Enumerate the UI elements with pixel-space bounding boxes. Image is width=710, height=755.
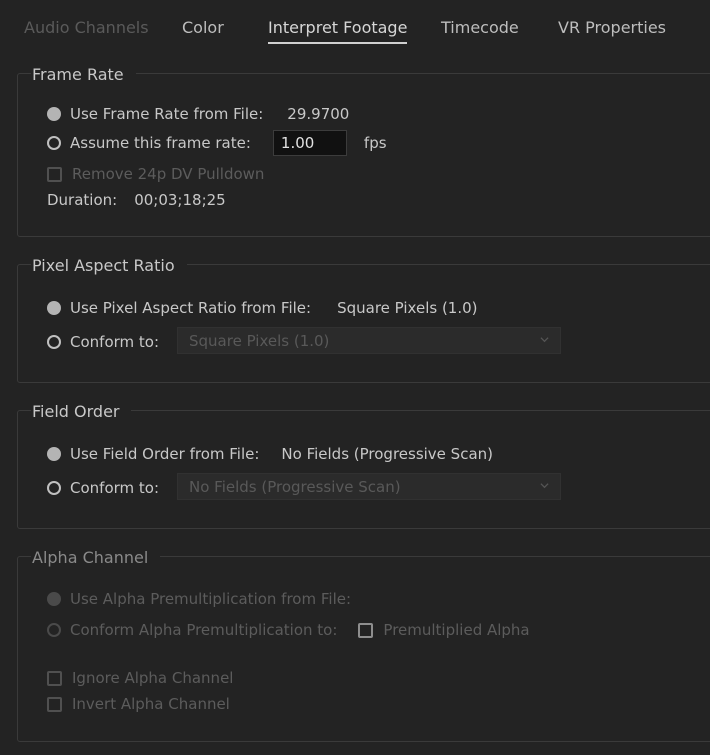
- checkbox-icon[interactable]: [47, 166, 62, 182]
- field-order-title: Field Order: [31, 402, 132, 421]
- checkbox-icon[interactable]: [47, 670, 62, 686]
- use-par-from-file-label: Use Pixel Aspect Ratio from File:: [70, 299, 312, 317]
- radio-unselected-icon[interactable]: [47, 481, 61, 495]
- duration-label: Duration:: [47, 191, 118, 209]
- chevron-down-icon: [540, 483, 549, 489]
- file-field-order-value: No Fields (Progressive Scan): [281, 445, 494, 463]
- checkbox-icon[interactable]: [47, 696, 62, 712]
- duration-row: Duration: 00;03;18;25: [47, 191, 226, 209]
- use-field-order-from-file-option[interactable]: Use Field Order from File: No Fields (Pr…: [47, 445, 493, 463]
- radio-disabled-icon[interactable]: [47, 592, 61, 606]
- conform-par-label: Conform to:: [70, 333, 160, 351]
- use-alpha-premult-label: Use Alpha Premultiplication from File:: [70, 590, 352, 608]
- file-par-value: Square Pixels (1.0): [337, 299, 478, 317]
- conform-alpha-premult-option[interactable]: Conform Alpha Premultiplication to: Prem…: [47, 621, 530, 639]
- tab-color[interactable]: Color: [182, 18, 224, 37]
- assume-frame-rate-label: Assume this frame rate:: [70, 134, 251, 152]
- fps-unit-label: fps: [363, 134, 387, 152]
- remove-pulldown-option[interactable]: Remove 24p DV Pulldown: [47, 165, 264, 183]
- assume-frame-rate-option[interactable]: Assume this frame rate: 1.00 fps: [47, 130, 387, 156]
- duration-value: 00;03;18;25: [134, 191, 226, 209]
- frame-rate-title: Frame Rate: [31, 65, 136, 84]
- use-par-from-file-option[interactable]: Use Pixel Aspect Ratio from File: Square…: [47, 299, 478, 317]
- frame-rate-input[interactable]: 1.00: [272, 130, 347, 156]
- use-alpha-premult-option[interactable]: Use Alpha Premultiplication from File:: [47, 590, 351, 608]
- radio-selected-icon[interactable]: [47, 447, 61, 461]
- premultiplied-alpha-checkbox-icon[interactable]: [358, 622, 374, 638]
- use-frame-rate-from-file-label: Use Frame Rate from File:: [70, 105, 264, 123]
- radio-unselected-icon[interactable]: [47, 136, 61, 150]
- radio-selected-icon[interactable]: [47, 301, 61, 315]
- pixel-aspect-ratio-group: Pixel Aspect Ratio Use Pixel Aspect Rati…: [17, 256, 710, 383]
- tab-interpret-footage[interactable]: Interpret Footage: [268, 18, 408, 44]
- remove-pulldown-label: Remove 24p DV Pulldown: [72, 165, 265, 183]
- conform-field-order-option[interactable]: Conform to:: [47, 479, 159, 497]
- use-field-order-from-file-label: Use Field Order from File:: [70, 445, 260, 463]
- conform-alpha-premult-label: Conform Alpha Premultiplication to:: [70, 621, 338, 639]
- ignore-alpha-option[interactable]: Ignore Alpha Channel: [47, 669, 233, 687]
- alpha-channel-group: Alpha Channel Use Alpha Premultiplicatio…: [17, 548, 710, 742]
- conform-par-selected: Square Pixels (1.0): [189, 332, 330, 350]
- field-order-group: Field Order Use Field Order from File: N…: [17, 402, 710, 529]
- use-frame-rate-from-file-option[interactable]: Use Frame Rate from File: 29.9700: [47, 105, 349, 123]
- tab-audio-channels[interactable]: Audio Channels: [24, 18, 149, 37]
- invert-alpha-option[interactable]: Invert Alpha Channel: [47, 695, 230, 713]
- conform-par-dropdown[interactable]: Square Pixels (1.0): [177, 327, 561, 354]
- radio-unselected-icon[interactable]: [47, 335, 61, 349]
- conform-field-order-label: Conform to:: [70, 479, 160, 497]
- tab-timecode[interactable]: Timecode: [441, 18, 519, 37]
- invert-alpha-label: Invert Alpha Channel: [72, 695, 230, 713]
- alpha-channel-title: Alpha Channel: [31, 548, 161, 567]
- frame-rate-group: Frame Rate Use Frame Rate from File: 29.…: [17, 65, 710, 237]
- pixel-aspect-ratio-title: Pixel Aspect Ratio: [31, 256, 187, 275]
- chevron-down-icon: [540, 337, 549, 343]
- tab-bar: Audio Channels Color Interpret Footage T…: [0, 0, 710, 56]
- radio-selected-icon[interactable]: [47, 107, 61, 121]
- radio-disabled-icon[interactable]: [47, 623, 61, 637]
- tab-vr-properties[interactable]: VR Properties: [558, 18, 666, 37]
- conform-par-option[interactable]: Conform to:: [47, 333, 159, 351]
- conform-field-order-selected: No Fields (Progressive Scan): [189, 478, 401, 496]
- file-frame-rate-value: 29.9700: [287, 105, 350, 123]
- conform-field-order-dropdown[interactable]: No Fields (Progressive Scan): [177, 473, 561, 500]
- ignore-alpha-label: Ignore Alpha Channel: [72, 669, 234, 687]
- premultiplied-alpha-label: Premultiplied Alpha: [383, 621, 530, 639]
